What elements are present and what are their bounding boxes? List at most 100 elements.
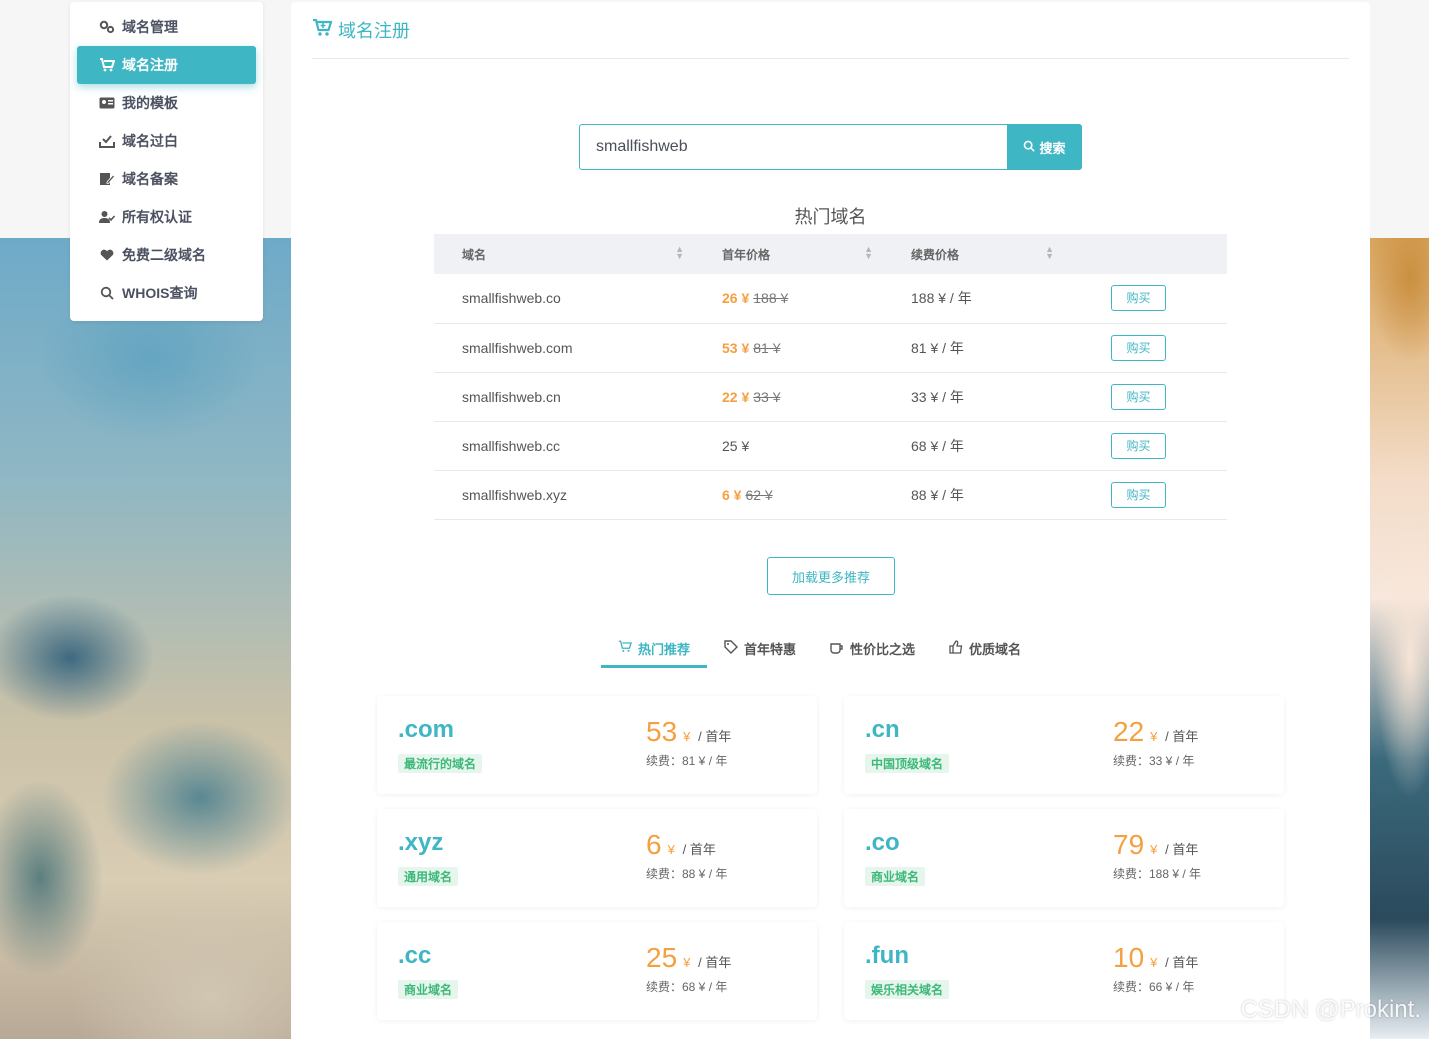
sidebar-item-label: 域名管理	[122, 19, 178, 35]
sidebar-item-label: 域名过白	[122, 133, 178, 149]
renew-price-cell: 81 ¥ / 年	[883, 323, 1064, 373]
table-row: smallfishweb.cc 25 ¥ 68 ¥ / 年 购买	[434, 421, 1227, 471]
first-year-price-cell: 6 ¥62 ¥	[694, 470, 883, 520]
sort-icon: ▲ ▼	[675, 244, 684, 261]
table-row: smallfishweb.xyz 6 ¥62 ¥ 88 ¥ / 年 购买	[434, 470, 1227, 520]
tld-cards: .com 最流行的域名 53 ¥ / 首年 续费：81 ¥ / 年 .cn 中国顶…	[377, 696, 1284, 1020]
tab-first-year-deal[interactable]: 首年特惠	[707, 628, 813, 668]
cart-plus-icon	[312, 18, 333, 42]
original-price: 33 ¥	[753, 388, 781, 405]
current-price: 26 ¥	[722, 290, 750, 307]
tld-card-fun[interactable]: .fun 娱乐相关域名 10 ¥ / 首年 续费：66 ¥ / 年	[844, 922, 1284, 1020]
sidebar-item-label: 所有权认证	[122, 209, 192, 225]
original-price: 188 ¥	[753, 290, 789, 307]
original-price: 81 ¥	[753, 339, 781, 356]
tld-card-cc[interactable]: .cc 商业域名 25 ¥ / 首年 续费：68 ¥ / 年	[377, 922, 817, 1020]
load-more-button[interactable]: 加载更多推荐	[767, 557, 895, 595]
domain-cell: smallfishweb.co	[434, 274, 694, 324]
sidebar-item-free-subdomain[interactable]: 免费二级域名	[77, 236, 256, 274]
heart-icon	[99, 247, 115, 263]
buy-button[interactable]: 购买	[1111, 481, 1166, 508]
tld-tag: 娱乐相关域名	[865, 980, 950, 999]
first-year-price-cell: 26 ¥188 ¥	[694, 274, 883, 324]
tld-card-co[interactable]: .co 商业域名 79 ¥ / 首年 续费：188 ¥ / 年	[844, 809, 1284, 907]
thumbs-up-icon	[949, 639, 963, 657]
main-panel: 域名注册 搜索 热门域名 域名▲▼ 首年价格▲▼ 续费价格▲▼ smallfis…	[291, 2, 1370, 1039]
current-price: 53 ¥	[722, 339, 750, 356]
tld-card-com[interactable]: .com 最流行的域名 53 ¥ / 首年 续费：81 ¥ / 年	[377, 696, 817, 794]
domain-cell: smallfishweb.cn	[434, 372, 694, 422]
sidebar-item-whois[interactable]: WHOIS查询	[77, 274, 256, 312]
tld-price: 22 ¥ / 首年	[1113, 716, 1199, 747]
user-check-icon	[99, 209, 115, 225]
current-price: 6 ¥	[722, 486, 742, 503]
tld-name: .cc	[398, 942, 432, 969]
renew-price-cell: 88 ¥ / 年	[883, 470, 1064, 520]
tld-name: .cn	[865, 716, 900, 743]
search-button[interactable]: 搜索	[1007, 124, 1082, 170]
renew-price-cell: 68 ¥ / 年	[883, 421, 1064, 471]
first-year-price-cell: 53 ¥81 ¥	[694, 323, 883, 373]
gears-icon	[99, 19, 115, 35]
tab-label: 首年特惠	[744, 641, 797, 657]
column-header-action	[1064, 234, 1227, 274]
cup-icon	[830, 640, 844, 657]
tld-renew: 续费：81 ¥ / 年	[646, 754, 728, 768]
column-header-renew-price[interactable]: 续费价格 ▲ ▼	[883, 234, 1064, 274]
renew-price-cell: 33 ¥ / 年	[883, 372, 1064, 422]
sidebar-item-label: 免费二级域名	[122, 247, 206, 263]
table-row: smallfishweb.com 53 ¥81 ¥ 81 ¥ / 年 购买	[434, 323, 1227, 373]
tab-hot-recommend[interactable]: 热门推荐	[601, 628, 708, 668]
domain-cell: smallfishweb.com	[434, 323, 694, 373]
edit-doc-icon	[99, 171, 115, 187]
tld-tag: 商业域名	[865, 867, 926, 886]
search-icon	[99, 285, 115, 301]
tab-value-choice[interactable]: 性价比之选	[813, 628, 932, 668]
tld-name: .com	[398, 716, 455, 743]
tld-renew: 续费：188 ¥ / 年	[1113, 867, 1202, 881]
search-icon	[1023, 140, 1036, 155]
cart-icon	[99, 57, 115, 73]
tab-label: 优质域名	[969, 641, 1022, 657]
csdn-watermark: CSDN @Prokint.	[1240, 996, 1421, 1023]
original-price: 62 ¥	[745, 486, 773, 503]
column-header-domain[interactable]: 域名 ▲ ▼	[434, 234, 694, 274]
domain-search-input[interactable]	[579, 124, 1007, 170]
buy-button[interactable]: 购买	[1111, 383, 1166, 410]
column-header-first-year-price[interactable]: 首年价格 ▲ ▼	[694, 234, 883, 274]
sidebar-item-domain-whitelist[interactable]: 域名过白	[77, 122, 256, 160]
tld-card-xyz[interactable]: .xyz 通用域名 6 ¥ / 首年 续费：88 ¥ / 年	[377, 809, 817, 907]
sort-icon: ▲ ▼	[864, 244, 873, 261]
buy-button[interactable]: 购买	[1111, 334, 1166, 361]
tld-tag: 通用域名	[398, 867, 459, 886]
tld-name: .xyz	[398, 829, 444, 856]
table-row: smallfishweb.cn 22 ¥33 ¥ 33 ¥ / 年 购买	[434, 372, 1227, 422]
renew-price-cell: 188 ¥ / 年	[883, 274, 1064, 324]
tld-price: 53 ¥ / 首年	[646, 716, 732, 747]
sidebar-item-domain-filing[interactable]: 域名备案	[77, 160, 256, 198]
buy-button[interactable]: 购买	[1111, 432, 1166, 459]
sidebar-item-label: 域名备案	[122, 171, 178, 187]
tab-label: 性价比之选	[850, 641, 916, 657]
sidebar-item-my-templates[interactable]: 我的模板	[77, 84, 256, 122]
table-row: smallfishweb.co 26 ¥188 ¥ 188 ¥ / 年 购买	[434, 274, 1227, 324]
tld-card-cn[interactable]: .cn 中国顶级域名 22 ¥ / 首年 续费：33 ¥ / 年	[844, 696, 1284, 794]
tld-name: .fun	[865, 942, 909, 969]
current-price: 22 ¥	[722, 388, 750, 405]
page-title: 域名注册	[338, 21, 410, 41]
domain-cell: smallfishweb.xyz	[434, 470, 694, 520]
search-button-label: 搜索	[1039, 140, 1066, 156]
tld-renew: 续费：88 ¥ / 年	[646, 867, 728, 881]
sidebar-item-domain-management[interactable]: 域名管理	[77, 8, 256, 46]
recommend-tabs: 热门推荐 首年特惠 性价比之选 优质域名	[601, 628, 1038, 668]
id-card-icon	[99, 95, 115, 111]
buy-button[interactable]: 购买	[1111, 285, 1166, 312]
first-year-price-cell: 25 ¥	[694, 421, 883, 471]
sidebar-item-domain-register[interactable]: 域名注册	[77, 46, 256, 84]
tab-premium-domains[interactable]: 优质域名	[932, 628, 1038, 668]
tld-renew: 续费：68 ¥ / 年	[646, 980, 728, 994]
tld-tag: 中国顶级域名	[865, 754, 950, 773]
tld-name: .co	[865, 829, 900, 856]
tld-price: 79 ¥ / 首年	[1113, 829, 1199, 860]
sidebar-item-ownership-verify[interactable]: 所有权认证	[77, 198, 256, 236]
